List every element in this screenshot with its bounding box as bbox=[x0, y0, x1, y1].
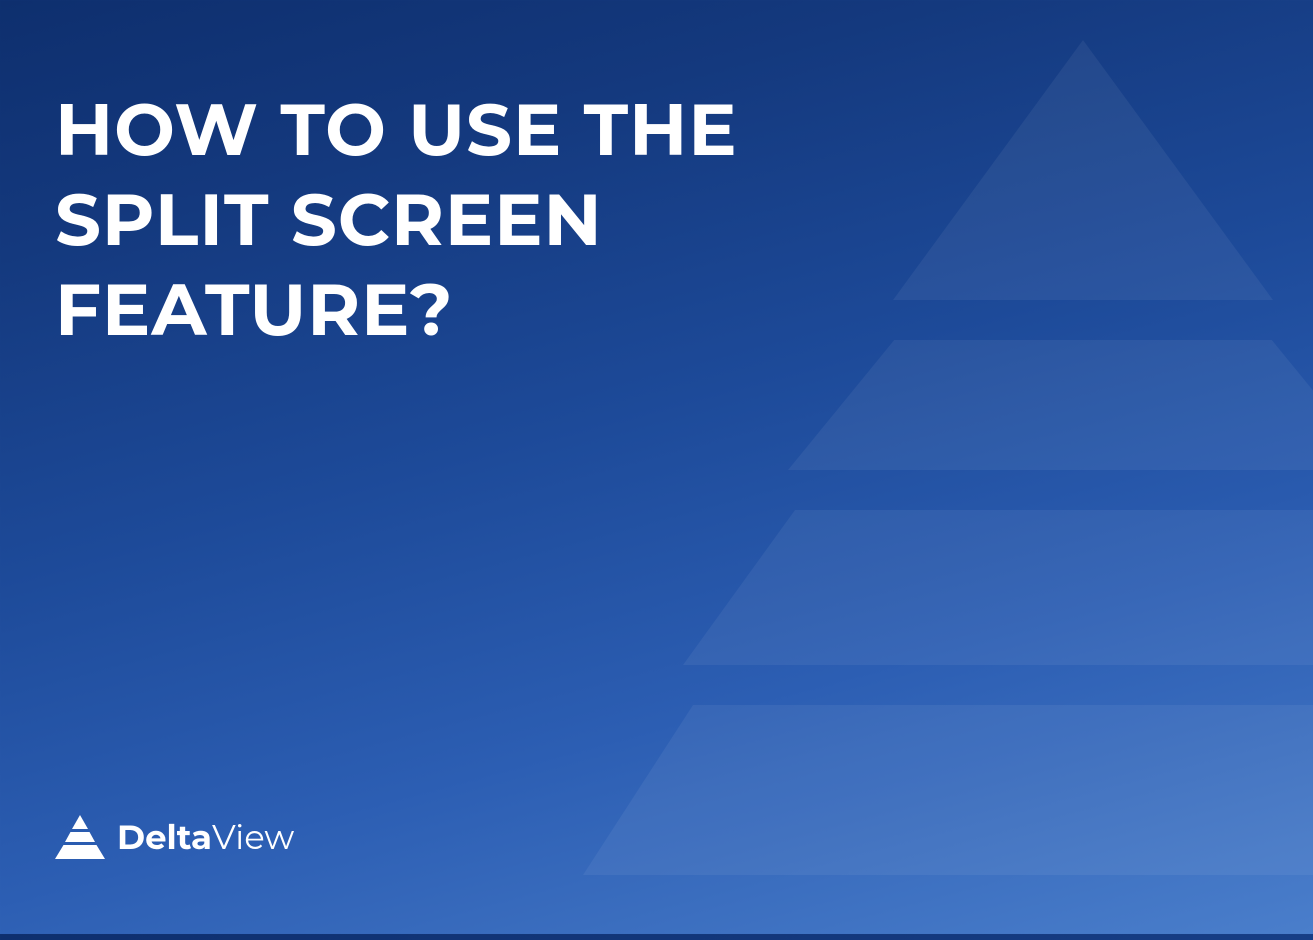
deltaview-logo-icon bbox=[55, 815, 105, 859]
brand-name-bold: Delta bbox=[117, 816, 212, 858]
brand-name: DeltaView bbox=[117, 816, 294, 858]
pyramid-layer-base bbox=[583, 705, 1313, 875]
brand-name-light: View bbox=[212, 816, 294, 858]
page-title: HOW TO USE THE SPLIT SCREEN FEATURE? bbox=[55, 85, 955, 355]
pyramid-layer-upper-mid bbox=[788, 340, 1313, 470]
pyramid-layer-lower-mid bbox=[683, 510, 1313, 665]
brand-logo-block: DeltaView bbox=[55, 815, 294, 859]
